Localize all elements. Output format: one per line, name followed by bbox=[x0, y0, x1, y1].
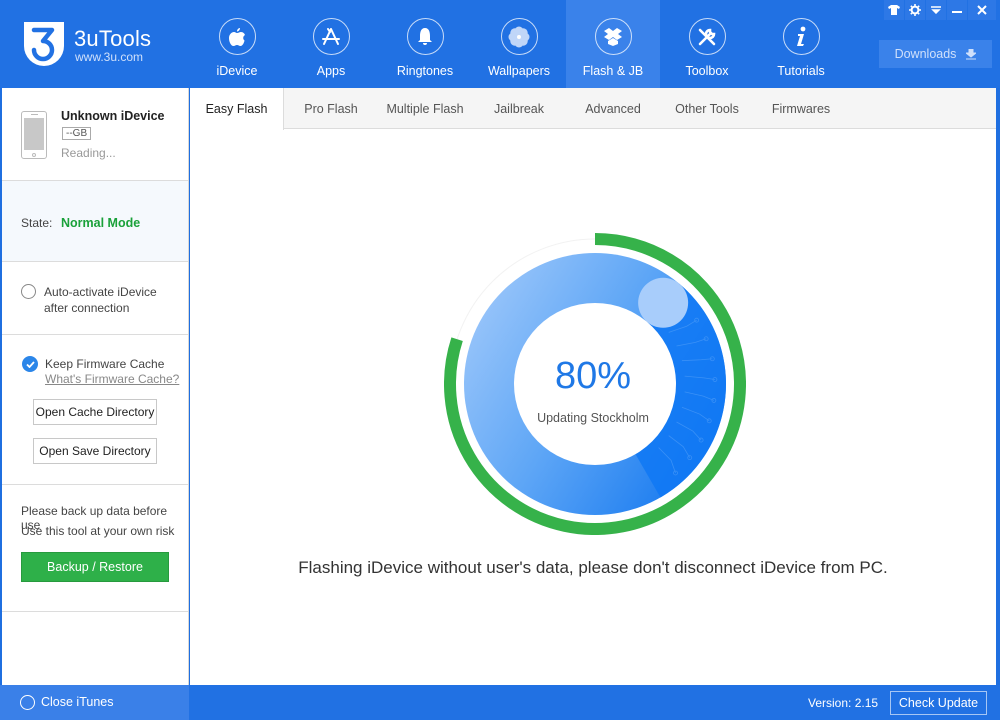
device-capacity-badge: --GB bbox=[62, 127, 92, 140]
nav-wallpapers[interactable]: Wallpapers bbox=[472, 0, 566, 88]
version-label: Version: 2.15 bbox=[808, 696, 879, 710]
close-itunes-label: Close iTunes bbox=[41, 695, 114, 709]
tab-other-tools[interactable]: Other Tools bbox=[660, 88, 754, 129]
nav-label: Flash & JB bbox=[582, 64, 644, 78]
checkmark-icon bbox=[25, 360, 35, 368]
skin-icon[interactable] bbox=[884, 0, 904, 20]
downloads-label: Downloads bbox=[894, 47, 957, 61]
nav-flash-jb[interactable]: Flash & JB bbox=[566, 0, 660, 88]
tab-advanced[interactable]: Advanced bbox=[566, 88, 660, 129]
app-store-icon bbox=[312, 18, 350, 55]
progress-status: Updating Stockholm bbox=[537, 411, 649, 425]
tab-jailbreak[interactable]: Jailbreak bbox=[472, 88, 566, 129]
bell-icon bbox=[406, 18, 444, 55]
tab-pro-flash[interactable]: Pro Flash bbox=[284, 88, 378, 129]
backup-panel: Please back up data before use Use this … bbox=[2, 485, 188, 612]
nav-idevice[interactable]: iDevice bbox=[190, 0, 284, 88]
main-content: Easy Flash Pro Flash Multiple Flash Jail… bbox=[190, 88, 996, 685]
menu-icon[interactable] bbox=[926, 0, 946, 20]
open-save-directory-button[interactable]: Open Save Directory bbox=[33, 438, 157, 464]
sub-tabs: Easy Flash Pro Flash Multiple Flash Jail… bbox=[190, 88, 996, 130]
apple-icon bbox=[218, 18, 256, 55]
nav-toolbox[interactable]: Toolbox bbox=[660, 0, 754, 88]
download-icon bbox=[966, 48, 977, 59]
device-info-panel: Unknown iDevice --GB Reading... bbox=[2, 88, 188, 181]
risk-warning: Use this tool at your own risk bbox=[21, 524, 175, 538]
nav-label: iDevice bbox=[216, 64, 258, 78]
auto-activate-label: Auto-activate iDevice after connection bbox=[44, 285, 157, 315]
settings-icon[interactable] bbox=[905, 0, 925, 20]
whats-firmware-cache-link[interactable]: What's Firmware Cache? bbox=[45, 372, 179, 386]
auto-activate-option[interactable]: Auto-activate iDevice after connection bbox=[2, 262, 188, 335]
app-logo-icon bbox=[24, 22, 64, 66]
title-bar: 3uTools www.3u.com iDevice Apps Ringtone… bbox=[0, 0, 1000, 88]
window-controls bbox=[884, 0, 996, 20]
flower-icon bbox=[500, 18, 538, 55]
auto-activate-radio[interactable] bbox=[21, 284, 36, 299]
keep-cache-checkbox[interactable] bbox=[22, 356, 38, 372]
keep-cache-label: Keep Firmware Cache bbox=[45, 357, 165, 371]
downloads-button[interactable]: Downloads bbox=[879, 40, 992, 68]
firmware-cache-panel: Keep Firmware Cache What's Firmware Cach… bbox=[2, 335, 188, 485]
close-itunes-radio[interactable] bbox=[20, 695, 35, 710]
main-nav: iDevice Apps Ringtones Wallpapers Flash … bbox=[190, 0, 848, 88]
minimize-icon[interactable] bbox=[947, 0, 967, 20]
tab-easy-flash[interactable]: Easy Flash bbox=[190, 88, 284, 130]
check-update-button[interactable]: Check Update bbox=[890, 691, 987, 715]
open-cache-directory-button[interactable]: Open Cache Directory bbox=[33, 399, 157, 425]
backup-restore-button[interactable]: Backup / Restore bbox=[21, 552, 169, 582]
app-name: 3uTools bbox=[74, 26, 152, 51]
inner-ring-cap bbox=[638, 277, 689, 328]
tab-multiple-flash[interactable]: Multiple Flash bbox=[378, 88, 472, 129]
nav-label: Tutorials bbox=[777, 64, 825, 78]
progress-percent: 80% bbox=[554, 355, 632, 397]
nav-label: Toolbox bbox=[685, 64, 729, 78]
device-name: Unknown iDevice bbox=[61, 109, 165, 123]
tab-firmwares[interactable]: Firmwares bbox=[754, 88, 848, 129]
nav-label: Ringtones bbox=[396, 64, 454, 78]
info-icon bbox=[782, 18, 820, 55]
close-icon[interactable] bbox=[968, 0, 996, 20]
state-panel: State: Normal Mode bbox=[2, 181, 188, 262]
state-value: Normal Mode bbox=[61, 216, 141, 230]
box-icon bbox=[594, 18, 632, 55]
nav-tutorials[interactable]: Tutorials bbox=[754, 0, 848, 88]
device-status: Reading... bbox=[61, 146, 116, 160]
app-url: www.3u.com bbox=[75, 50, 144, 64]
nav-ringtones[interactable]: Ringtones bbox=[378, 0, 472, 88]
flash-warning-message: Flashing iDevice without user's data, pl… bbox=[298, 558, 888, 577]
tools-icon bbox=[688, 18, 726, 55]
nav-label: Apps bbox=[316, 64, 346, 78]
state-label: State: bbox=[21, 216, 53, 230]
close-itunes-option[interactable]: Close iTunes bbox=[0, 685, 189, 720]
status-bar: Close iTunes Version: 2.15 Check Update bbox=[0, 685, 1000, 720]
nav-label: Wallpapers bbox=[487, 64, 551, 78]
nav-apps[interactable]: Apps bbox=[284, 0, 378, 88]
phone-icon bbox=[21, 111, 47, 159]
sidebar: Unknown iDevice --GB Reading... State: N… bbox=[2, 88, 189, 685]
